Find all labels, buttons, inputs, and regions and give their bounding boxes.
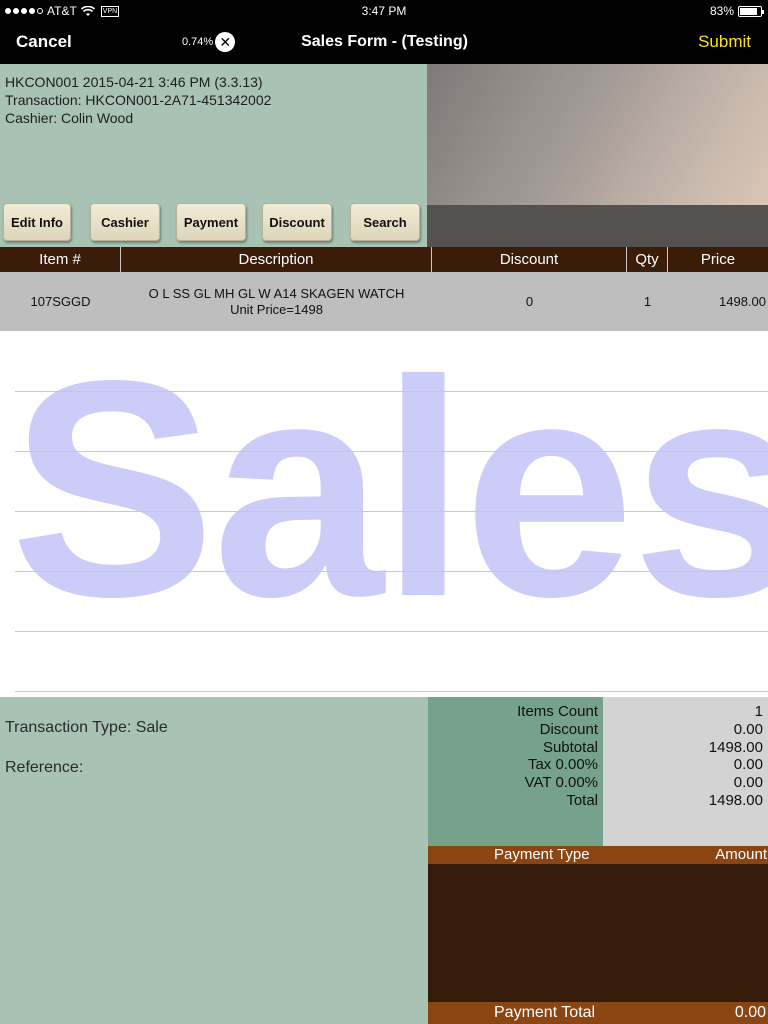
payment-total-value: 0.00 [734, 1004, 766, 1021]
tax-label: Tax 0.00% [527, 756, 598, 773]
progress-percent: 0.74% [182, 36, 214, 48]
reference-field[interactable]: Reference: [5, 759, 83, 777]
vat-value: 0.00 [733, 774, 763, 791]
list-divider [15, 391, 768, 392]
camera-preview-strip [427, 205, 768, 247]
discount-value: 0.00 [733, 721, 763, 738]
list-divider [15, 571, 768, 572]
column-description: Description [121, 247, 432, 272]
vat-label: VAT 0.00% [524, 774, 598, 791]
total-label: Total [566, 792, 598, 809]
items-count-label: Items Count [517, 703, 598, 720]
column-price: Price [700, 251, 736, 268]
total-value: 1498.00 [708, 792, 763, 809]
description-cell: O L SS GL MH GL W A14 SKAGEN WATCH Unit … [121, 272, 432, 331]
edit-info-button[interactable]: Edit Info [3, 203, 71, 241]
payment-table-header: Payment Type Amount [428, 846, 768, 864]
discount-cell: 0 [525, 293, 534, 309]
discount-label: Discount [539, 721, 598, 738]
totals-labels: Items Count Discount Subtotal Tax 0.00% … [428, 697, 603, 846]
transaction-id-line: Transaction: HKCON001-2A71-451342002 [5, 92, 272, 108]
status-time: 3:47 PM [361, 4, 407, 18]
terminal-date-line: HKCON001 2015-04-21 3:46 PM (3.3.13) [5, 74, 263, 90]
totals-values: 1 0.00 1498.00 0.00 0.00 1498.00 [603, 697, 768, 846]
battery-icon [738, 5, 764, 17]
list-divider [15, 691, 768, 692]
tax-value: 0.00 [733, 756, 763, 773]
item-description: O L SS GL MH GL W A14 SKAGEN WATCH [148, 285, 405, 301]
status-bar: AT&T VPN 3:47 PM 83% [0, 0, 768, 22]
cashier-button[interactable]: Cashier [90, 203, 160, 241]
payment-total-label: Payment Total [494, 1004, 596, 1021]
discount-button[interactable]: Discount [262, 203, 332, 241]
items-count-value: 1 [754, 703, 763, 720]
list-divider [15, 631, 768, 632]
qty-cell: 1 [643, 293, 652, 309]
navigation-bar: Cancel 0.74% ✕ Sales Form - (Testing) Su… [0, 22, 768, 64]
item-number-cell: 107SGGD [30, 293, 91, 309]
payment-type-header: Payment Type [494, 846, 590, 863]
list-divider [15, 511, 768, 512]
page-title: Sales Form - (Testing) [301, 33, 468, 50]
amount-header: Amount [715, 846, 767, 863]
search-button[interactable]: Search [350, 203, 420, 241]
list-divider [15, 451, 768, 452]
cancel-button[interactable]: Cancel [16, 32, 72, 52]
price-cell: 1498.00 [719, 293, 766, 309]
submit-button[interactable]: Submit [698, 32, 751, 52]
payment-button[interactable]: Payment [176, 203, 246, 241]
transaction-details-panel: Transaction Type: Sale Reference: [0, 697, 428, 1024]
action-buttons: Edit Info Cashier Payment Discount Searc… [3, 203, 420, 241]
payment-list[interactable] [428, 864, 768, 1002]
subtotal-label: Subtotal [542, 739, 598, 756]
column-discount: Discount [432, 247, 627, 272]
items-table-header: Item # Description Discount Qty Price [0, 247, 768, 272]
close-circle-icon[interactable]: ✕ [215, 32, 236, 52]
sales-watermark: Sales [10, 331, 768, 661]
battery-percent: 83% [709, 4, 734, 18]
subtotal-value: 1498.00 [708, 739, 763, 756]
status-right: 83% [709, 4, 764, 18]
cashier-line: Cashier: Colin Wood [5, 110, 134, 126]
table-row[interactable]: 107SGGD O L SS GL MH GL W A14 SKAGEN WAT… [0, 272, 768, 331]
transaction-info-panel: HKCON001 2015-04-21 3:46 PM (3.3.13) Tra… [0, 64, 427, 247]
column-qty: Qty [627, 247, 668, 272]
camera-preview[interactable] [427, 64, 768, 205]
transaction-type[interactable]: Transaction Type: Sale [5, 719, 168, 737]
column-item-number: Item # [0, 247, 121, 272]
payment-total-row: Payment Total 0.00 [428, 1002, 768, 1024]
item-unit-price: Unit Price=1498 [230, 301, 323, 317]
transaction-info: HKCON001 2015-04-21 3:46 PM (3.3.13) Tra… [5, 73, 271, 127]
upload-progress: 0.74% ✕ [182, 32, 236, 52]
items-list-area[interactable]: Sales [0, 331, 768, 697]
battery-level [740, 7, 757, 15]
